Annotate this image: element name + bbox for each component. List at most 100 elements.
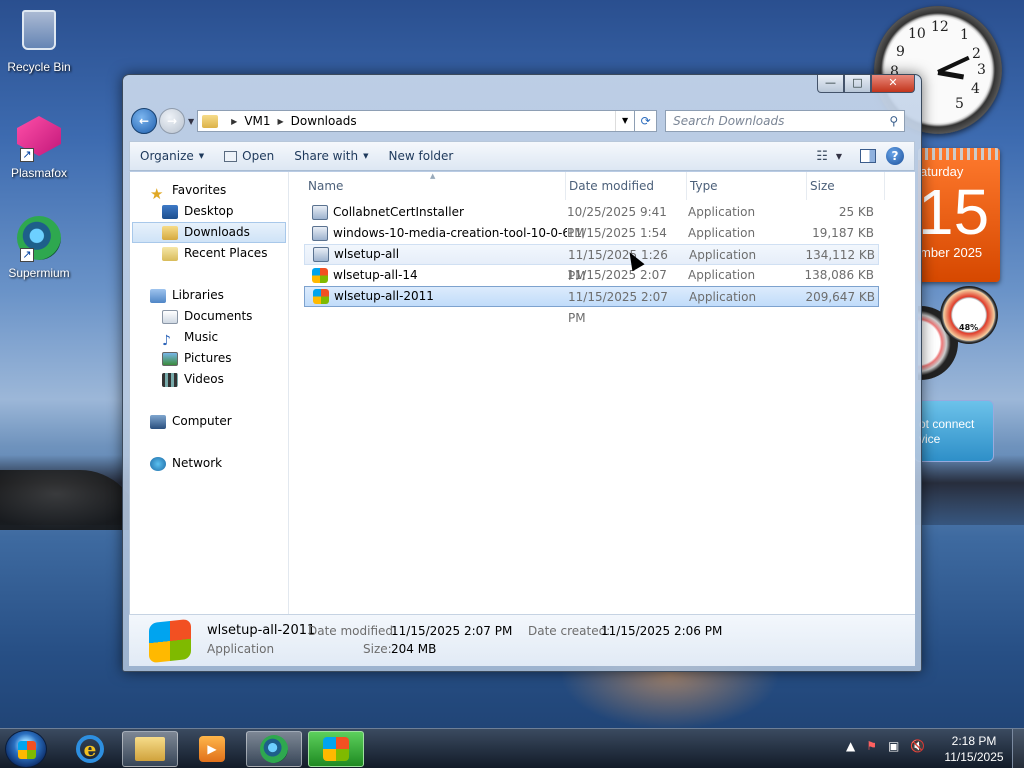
recent-pages-dropdown[interactable]: ▼ [188, 117, 194, 126]
file-date: 11/15/2025 2:07 PM [567, 268, 667, 303]
search-icon[interactable]: ⚲ [889, 114, 898, 128]
new-folder-label: New folder [388, 149, 454, 163]
view-dropdown-icon[interactable]: ▼ [836, 152, 842, 161]
refresh-icon[interactable]: ⟳ [635, 110, 658, 132]
volume-muted-icon[interactable]: 🔇 [910, 739, 925, 753]
details-label: Size: [363, 642, 392, 656]
nav-videos[interactable]: Videos [130, 369, 288, 390]
meter-gauge-right [940, 286, 998, 344]
nav-documents[interactable]: Documents [130, 306, 288, 327]
windows-logo-icon [18, 741, 36, 759]
chevron-down-icon: ▼ [363, 152, 369, 160]
nav-libraries[interactable]: Libraries [130, 285, 288, 306]
file-name: wlsetup-all [334, 247, 400, 261]
file-row-selected[interactable]: wlsetup-all-2011 11/15/2025 2:07 PM Appl… [304, 286, 879, 325]
address-bar[interactable]: ▶ VM1 ▶ Downloads ▼ [197, 110, 636, 132]
taskbar-windows-live-setup[interactable] [308, 731, 364, 767]
cpu-meter-gadget[interactable]: 48% [918, 286, 1002, 380]
column-header-type[interactable]: Type [687, 172, 807, 200]
show-hidden-icons-arrow[interactable]: ▲ [846, 739, 855, 753]
nav-recent-places[interactable]: Recent Places [130, 243, 288, 264]
taskbar-supermium[interactable] [246, 731, 302, 767]
nav-music[interactable]: ♪ Music [130, 327, 288, 349]
computer-icon [150, 414, 166, 429]
nav-label: Documents [184, 309, 253, 323]
column-header-date-modified[interactable]: Date modified [566, 172, 687, 200]
file-row[interactable]: CollabnetCertInstaller 10/25/2025 9:41 P… [304, 202, 879, 240]
breadcrumb-vm1[interactable]: VM1 [244, 114, 270, 128]
file-row[interactable]: windows-10-media-creation-tool-10-0-6...… [304, 223, 879, 261]
clock-numeral: 10 [908, 26, 926, 42]
forward-button[interactable]: → [159, 108, 185, 134]
maximize-button[interactable]: □ [844, 75, 871, 93]
nav-downloads[interactable]: Downloads [132, 222, 286, 243]
nav-pictures[interactable]: Pictures [130, 348, 288, 369]
close-button[interactable]: ✕ [871, 75, 915, 93]
desktop-icon-plasmafox[interactable]: ↗ Plasmafox [0, 114, 78, 180]
generic-app-icon [312, 205, 328, 220]
preview-pane-icon[interactable] [860, 149, 876, 163]
search-input[interactable]: Search Downloads ⚲ [665, 110, 906, 132]
clock-numeral: 3 [977, 62, 986, 78]
taskbar-media-player[interactable]: ▶ [184, 731, 240, 767]
network-icon[interactable]: ▣ [888, 739, 899, 753]
pictures-icon [162, 351, 178, 366]
show-desktop-button[interactable] [1012, 729, 1024, 768]
column-header-name[interactable]: Name ▲ [290, 172, 566, 200]
network-icon [150, 456, 166, 471]
nav-computer[interactable]: Computer [130, 411, 288, 432]
weather-gadget[interactable]: ot connect vice [914, 400, 994, 462]
shortcut-arrow-icon: ↗ [20, 148, 34, 162]
clock-numeral: 12 [931, 19, 949, 35]
clock-date: 11/15/2025 [944, 750, 1004, 764]
column-header-size[interactable]: Size [807, 172, 885, 200]
details-date-modified: 11/15/2025 2:07 PM [391, 624, 513, 638]
nav-desktop[interactable]: Desktop [130, 201, 288, 222]
windows-flag-large-icon [149, 618, 191, 664]
details-file-type: Application [207, 642, 275, 656]
minimize-button[interactable]: — [817, 75, 844, 93]
libraries-icon [150, 288, 166, 303]
taskbar-windows-explorer[interactable] [122, 731, 178, 767]
weather-message: ot connect [919, 417, 975, 431]
share-with-button[interactable]: Share with ▼ [284, 142, 378, 170]
media-player-icon: ▶ [199, 736, 225, 762]
new-folder-button[interactable]: New folder [379, 142, 464, 170]
file-list[interactable]: Name ▲ Date modified Type Size CollabnetC… [290, 172, 916, 614]
taskbar-clock[interactable]: 2:18 PM 11/15/2025 [940, 733, 1008, 765]
open-button[interactable]: Open [214, 142, 284, 170]
file-row[interactable]: wlsetup-all 11/15/2025 1:26 PM Applicati… [304, 244, 879, 283]
nav-label: Computer [172, 414, 232, 428]
file-size: 209,647 KB [805, 290, 875, 304]
address-dropdown-icon[interactable]: ▼ [615, 111, 634, 131]
desktop-icon-recycle-bin[interactable]: Recycle Bin [0, 6, 78, 74]
action-center-flag-icon[interactable]: ⚑ [866, 739, 877, 753]
change-view-icon[interactable]: ☷ [808, 149, 836, 164]
search-placeholder: Search Downloads [673, 114, 785, 128]
explorer-window[interactable]: — □ ✕ ← → ▼ ▶ VM1 ▶ Downloads ▼ ⟳ Search… [122, 74, 922, 672]
file-size: 25 KB [838, 205, 874, 219]
nav-label: Downloads [184, 225, 250, 239]
details-file-name: wlsetup-all-2011 [207, 623, 316, 638]
file-name: windows-10-media-creation-tool-10-0-6... [333, 226, 567, 240]
breadcrumb-chevron-icon[interactable]: ▶ [278, 117, 284, 126]
breadcrumb-downloads[interactable]: Downloads [291, 114, 357, 128]
taskbar-internet-explorer[interactable]: e [62, 731, 118, 767]
help-icon[interactable]: ? [886, 147, 904, 165]
nav-favorites[interactable]: ★ Favorites [130, 180, 288, 203]
desktop-icon-label: Plasmafox [10, 166, 68, 180]
desktop-icon-supermium[interactable]: ↗ Supermium [0, 216, 78, 280]
calendar-gadget[interactable]: aturday 15 mber 2025 [918, 148, 1000, 282]
notification-area: ▲ ⚑ ▣ 🔇 [846, 739, 936, 753]
file-row[interactable]: wlsetup-all-14 11/15/2025 2:07 PM Applic… [304, 265, 879, 303]
organize-button[interactable]: Organize ▼ [130, 142, 214, 170]
navigation-pane[interactable]: ★ Favorites Desktop Downloads Recent Plac… [130, 172, 289, 614]
back-button[interactable]: ← [131, 108, 157, 134]
details-size: 204 MB [391, 642, 437, 656]
start-button[interactable] [5, 730, 47, 768]
caption-buttons: — □ ✕ [817, 75, 915, 93]
file-type: Application [688, 205, 756, 219]
clock-numeral: 1 [960, 27, 969, 43]
nav-network[interactable]: Network [130, 453, 288, 474]
breadcrumb-chevron-icon[interactable]: ▶ [231, 117, 237, 126]
